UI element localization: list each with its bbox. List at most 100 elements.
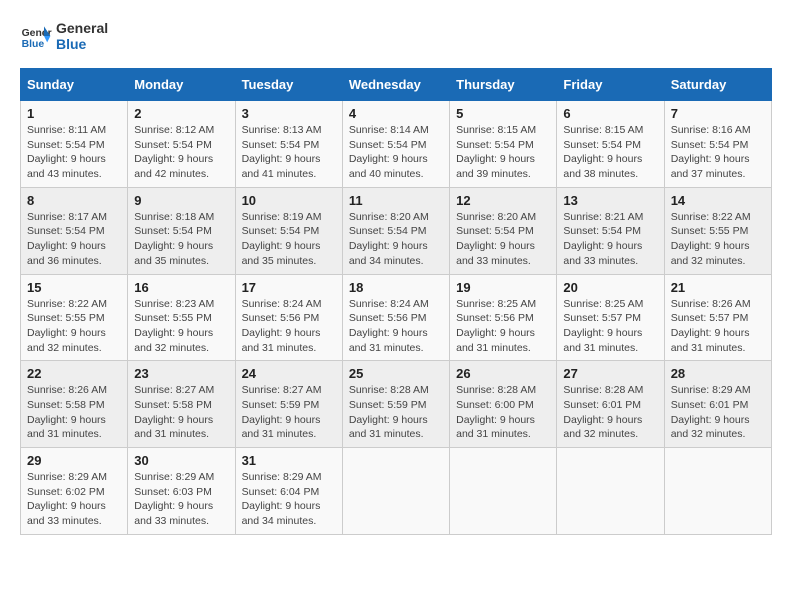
day-detail: Sunrise: 8:11 AMSunset: 5:54 PMDaylight:… <box>27 124 106 180</box>
day-number: 6 <box>563 106 657 121</box>
day-detail: Sunrise: 8:28 AMSunset: 6:01 PMDaylight:… <box>563 384 643 440</box>
calendar-cell: 11 Sunrise: 8:20 AMSunset: 5:54 PMDaylig… <box>342 187 449 274</box>
day-detail: Sunrise: 8:24 AMSunset: 5:56 PMDaylight:… <box>242 298 322 354</box>
day-number: 3 <box>242 106 336 121</box>
day-detail: Sunrise: 8:29 AMSunset: 6:03 PMDaylight:… <box>134 471 214 527</box>
calendar-cell <box>557 448 664 535</box>
calendar-cell: 20 Sunrise: 8:25 AMSunset: 5:57 PMDaylig… <box>557 274 664 361</box>
day-number: 12 <box>456 193 550 208</box>
day-detail: Sunrise: 8:23 AMSunset: 5:55 PMDaylight:… <box>134 298 214 354</box>
day-detail: Sunrise: 8:24 AMSunset: 5:56 PMDaylight:… <box>349 298 429 354</box>
day-number: 10 <box>242 193 336 208</box>
calendar-cell: 14 Sunrise: 8:22 AMSunset: 5:55 PMDaylig… <box>664 187 771 274</box>
day-number: 20 <box>563 280 657 295</box>
day-detail: Sunrise: 8:25 AMSunset: 5:57 PMDaylight:… <box>563 298 643 354</box>
day-number: 5 <box>456 106 550 121</box>
day-number: 1 <box>27 106 121 121</box>
calendar-cell: 4 Sunrise: 8:14 AMSunset: 5:54 PMDayligh… <box>342 101 449 188</box>
day-detail: Sunrise: 8:18 AMSunset: 5:54 PMDaylight:… <box>134 211 214 267</box>
calendar-cell: 16 Sunrise: 8:23 AMSunset: 5:55 PMDaylig… <box>128 274 235 361</box>
day-detail: Sunrise: 8:20 AMSunset: 5:54 PMDaylight:… <box>456 211 536 267</box>
calendar-cell: 12 Sunrise: 8:20 AMSunset: 5:54 PMDaylig… <box>450 187 557 274</box>
day-number: 17 <box>242 280 336 295</box>
day-number: 22 <box>27 366 121 381</box>
day-detail: Sunrise: 8:29 AMSunset: 6:04 PMDaylight:… <box>242 471 322 527</box>
col-header-monday: Monday <box>128 69 235 101</box>
calendar-cell: 3 Sunrise: 8:13 AMSunset: 5:54 PMDayligh… <box>235 101 342 188</box>
header-row: SundayMondayTuesdayWednesdayThursdayFrid… <box>21 69 772 101</box>
calendar-cell: 24 Sunrise: 8:27 AMSunset: 5:59 PMDaylig… <box>235 361 342 448</box>
day-detail: Sunrise: 8:28 AMSunset: 6:00 PMDaylight:… <box>456 384 536 440</box>
day-detail: Sunrise: 8:22 AMSunset: 5:55 PMDaylight:… <box>27 298 107 354</box>
calendar-table: SundayMondayTuesdayWednesdayThursdayFrid… <box>20 68 772 535</box>
day-detail: Sunrise: 8:29 AMSunset: 6:02 PMDaylight:… <box>27 471 107 527</box>
calendar-cell: 29 Sunrise: 8:29 AMSunset: 6:02 PMDaylig… <box>21 448 128 535</box>
day-number: 14 <box>671 193 765 208</box>
calendar-cell: 28 Sunrise: 8:29 AMSunset: 6:01 PMDaylig… <box>664 361 771 448</box>
day-number: 25 <box>349 366 443 381</box>
day-number: 23 <box>134 366 228 381</box>
calendar-cell: 6 Sunrise: 8:15 AMSunset: 5:54 PMDayligh… <box>557 101 664 188</box>
calendar-cell: 23 Sunrise: 8:27 AMSunset: 5:58 PMDaylig… <box>128 361 235 448</box>
day-detail: Sunrise: 8:14 AMSunset: 5:54 PMDaylight:… <box>349 124 429 180</box>
svg-text:Blue: Blue <box>22 39 45 50</box>
calendar-cell: 18 Sunrise: 8:24 AMSunset: 5:56 PMDaylig… <box>342 274 449 361</box>
day-detail: Sunrise: 8:25 AMSunset: 5:56 PMDaylight:… <box>456 298 536 354</box>
week-row-1: 1 Sunrise: 8:11 AMSunset: 5:54 PMDayligh… <box>21 101 772 188</box>
calendar-cell: 21 Sunrise: 8:26 AMSunset: 5:57 PMDaylig… <box>664 274 771 361</box>
col-header-tuesday: Tuesday <box>235 69 342 101</box>
day-number: 31 <box>242 453 336 468</box>
week-row-2: 8 Sunrise: 8:17 AMSunset: 5:54 PMDayligh… <box>21 187 772 274</box>
day-number: 9 <box>134 193 228 208</box>
day-detail: Sunrise: 8:29 AMSunset: 6:01 PMDaylight:… <box>671 384 751 440</box>
week-row-4: 22 Sunrise: 8:26 AMSunset: 5:58 PMDaylig… <box>21 361 772 448</box>
day-number: 19 <box>456 280 550 295</box>
calendar-cell: 26 Sunrise: 8:28 AMSunset: 6:00 PMDaylig… <box>450 361 557 448</box>
calendar-cell: 27 Sunrise: 8:28 AMSunset: 6:01 PMDaylig… <box>557 361 664 448</box>
day-number: 15 <box>27 280 121 295</box>
calendar-cell: 9 Sunrise: 8:18 AMSunset: 5:54 PMDayligh… <box>128 187 235 274</box>
day-number: 27 <box>563 366 657 381</box>
col-header-saturday: Saturday <box>664 69 771 101</box>
col-header-wednesday: Wednesday <box>342 69 449 101</box>
day-detail: Sunrise: 8:17 AMSunset: 5:54 PMDaylight:… <box>27 211 107 267</box>
calendar-cell: 2 Sunrise: 8:12 AMSunset: 5:54 PMDayligh… <box>128 101 235 188</box>
day-detail: Sunrise: 8:15 AMSunset: 5:54 PMDaylight:… <box>456 124 536 180</box>
logo: General Blue General Blue <box>20 20 108 52</box>
calendar-cell: 10 Sunrise: 8:19 AMSunset: 5:54 PMDaylig… <box>235 187 342 274</box>
calendar-cell: 15 Sunrise: 8:22 AMSunset: 5:55 PMDaylig… <box>21 274 128 361</box>
calendar-cell <box>342 448 449 535</box>
calendar-cell: 1 Sunrise: 8:11 AMSunset: 5:54 PMDayligh… <box>21 101 128 188</box>
day-number: 28 <box>671 366 765 381</box>
calendar-cell: 17 Sunrise: 8:24 AMSunset: 5:56 PMDaylig… <box>235 274 342 361</box>
calendar-cell: 19 Sunrise: 8:25 AMSunset: 5:56 PMDaylig… <box>450 274 557 361</box>
day-detail: Sunrise: 8:26 AMSunset: 5:58 PMDaylight:… <box>27 384 107 440</box>
calendar-cell: 8 Sunrise: 8:17 AMSunset: 5:54 PMDayligh… <box>21 187 128 274</box>
day-detail: Sunrise: 8:12 AMSunset: 5:54 PMDaylight:… <box>134 124 214 180</box>
calendar-cell: 22 Sunrise: 8:26 AMSunset: 5:58 PMDaylig… <box>21 361 128 448</box>
calendar-cell: 7 Sunrise: 8:16 AMSunset: 5:54 PMDayligh… <box>664 101 771 188</box>
calendar-cell: 13 Sunrise: 8:21 AMSunset: 5:54 PMDaylig… <box>557 187 664 274</box>
day-detail: Sunrise: 8:28 AMSunset: 5:59 PMDaylight:… <box>349 384 429 440</box>
day-number: 13 <box>563 193 657 208</box>
calendar-cell <box>450 448 557 535</box>
calendar-cell: 25 Sunrise: 8:28 AMSunset: 5:59 PMDaylig… <box>342 361 449 448</box>
day-number: 26 <box>456 366 550 381</box>
day-number: 30 <box>134 453 228 468</box>
day-number: 4 <box>349 106 443 121</box>
day-number: 24 <box>242 366 336 381</box>
day-number: 21 <box>671 280 765 295</box>
calendar-cell <box>664 448 771 535</box>
day-detail: Sunrise: 8:26 AMSunset: 5:57 PMDaylight:… <box>671 298 751 354</box>
day-detail: Sunrise: 8:19 AMSunset: 5:54 PMDaylight:… <box>242 211 322 267</box>
day-detail: Sunrise: 8:15 AMSunset: 5:54 PMDaylight:… <box>563 124 643 180</box>
day-number: 2 <box>134 106 228 121</box>
calendar-cell: 5 Sunrise: 8:15 AMSunset: 5:54 PMDayligh… <box>450 101 557 188</box>
day-number: 18 <box>349 280 443 295</box>
day-detail: Sunrise: 8:20 AMSunset: 5:54 PMDaylight:… <box>349 211 429 267</box>
logo-icon: General Blue <box>20 20 52 52</box>
week-row-3: 15 Sunrise: 8:22 AMSunset: 5:55 PMDaylig… <box>21 274 772 361</box>
day-detail: Sunrise: 8:27 AMSunset: 5:59 PMDaylight:… <box>242 384 322 440</box>
calendar-cell: 30 Sunrise: 8:29 AMSunset: 6:03 PMDaylig… <box>128 448 235 535</box>
day-number: 29 <box>27 453 121 468</box>
